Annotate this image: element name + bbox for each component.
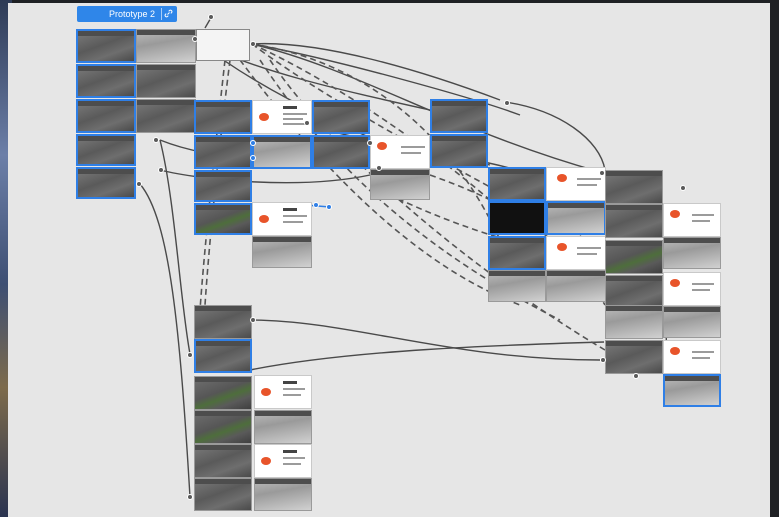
screen-frame[interactable] xyxy=(605,275,663,309)
connection-handle[interactable] xyxy=(304,120,310,126)
connection-handle[interactable] xyxy=(158,167,164,173)
screen-frame[interactable] xyxy=(136,64,196,98)
flow-starting-point-tab[interactable]: Prototype 2 xyxy=(77,6,177,22)
screen-frame[interactable] xyxy=(194,305,252,339)
connection-handle[interactable] xyxy=(633,373,639,379)
overlay-frame[interactable] xyxy=(663,340,721,374)
screen-frame[interactable] xyxy=(312,100,370,134)
screen-frame[interactable] xyxy=(76,99,136,133)
screen-frame[interactable] xyxy=(312,135,370,169)
connection-handle[interactable] xyxy=(187,352,193,358)
screen-frame[interactable] xyxy=(488,167,546,201)
screen-frame[interactable] xyxy=(663,306,721,338)
overlay-frame[interactable] xyxy=(663,203,721,237)
connection-handle[interactable] xyxy=(153,137,159,143)
connection-handle[interactable] xyxy=(208,14,214,20)
prototype-canvas[interactable]: Prototype 2 xyxy=(0,0,779,517)
connection-handle[interactable] xyxy=(504,100,510,106)
screen-frame[interactable] xyxy=(194,478,252,511)
screen-frame[interactable] xyxy=(194,170,252,202)
overlay-frame[interactable] xyxy=(663,272,721,306)
screen-frame[interactable] xyxy=(194,203,252,235)
overlay-frame[interactable] xyxy=(252,202,312,236)
connection-handle[interactable] xyxy=(250,317,256,323)
screen-frame[interactable] xyxy=(370,169,430,200)
screen-frame[interactable] xyxy=(194,410,252,444)
screen-frame[interactable] xyxy=(76,64,136,98)
connection-handle[interactable] xyxy=(376,165,382,171)
screen-frame[interactable] xyxy=(663,237,721,269)
screen-frame[interactable] xyxy=(194,100,252,134)
connection-handle[interactable] xyxy=(367,140,373,146)
overlay-frame[interactable] xyxy=(254,444,312,478)
screen-frame[interactable] xyxy=(605,170,663,204)
connection-handle[interactable] xyxy=(250,155,256,161)
screen-frame[interactable] xyxy=(254,410,312,444)
screen-frame[interactable] xyxy=(488,201,546,235)
overlay-frame[interactable] xyxy=(546,167,606,201)
screen-frame[interactable] xyxy=(194,444,252,478)
screen-frame[interactable] xyxy=(76,167,136,199)
overlay-frame[interactable] xyxy=(252,100,312,134)
screen-frame[interactable] xyxy=(136,99,196,133)
link-icon[interactable] xyxy=(161,8,174,20)
screen-frame[interactable] xyxy=(605,305,663,339)
connection-handle[interactable] xyxy=(313,202,319,208)
overlay-frame[interactable] xyxy=(254,375,312,409)
connection-handle[interactable] xyxy=(326,204,332,210)
connection-handle[interactable] xyxy=(250,140,256,146)
screen-frame[interactable] xyxy=(194,376,252,410)
screen-frame[interactable] xyxy=(546,270,606,302)
screen-frame[interactable] xyxy=(76,29,136,63)
connection-handle[interactable] xyxy=(680,185,686,191)
connection-handle[interactable] xyxy=(250,41,256,47)
screen-frame[interactable] xyxy=(430,134,488,168)
screen-frame[interactable] xyxy=(605,240,663,274)
connection-handle[interactable] xyxy=(136,181,142,187)
screen-frame[interactable] xyxy=(194,135,252,169)
screen-frame[interactable] xyxy=(194,339,252,373)
connection-handle[interactable] xyxy=(187,494,193,500)
flow-name-label: Prototype 2 xyxy=(109,9,156,19)
screen-frame[interactable] xyxy=(254,478,312,511)
connection-handle[interactable] xyxy=(192,36,198,42)
connection-handle[interactable] xyxy=(600,357,606,363)
screen-frame[interactable] xyxy=(252,135,312,169)
overlay-frame[interactable] xyxy=(546,236,606,270)
screen-frame[interactable] xyxy=(430,99,488,133)
screen-frame[interactable] xyxy=(663,374,721,407)
screen-frame[interactable] xyxy=(76,134,136,166)
connection-handle[interactable] xyxy=(599,170,605,176)
screen-frame[interactable] xyxy=(546,201,606,235)
screen-frame[interactable] xyxy=(196,29,250,61)
screen-frame[interactable] xyxy=(605,340,663,374)
screen-frame[interactable] xyxy=(488,236,546,270)
screen-frame[interactable] xyxy=(488,270,546,302)
screen-frame[interactable] xyxy=(605,204,663,238)
overlay-frame[interactable] xyxy=(370,135,430,169)
screen-frame[interactable] xyxy=(136,29,196,63)
screen-frame[interactable] xyxy=(252,236,312,268)
